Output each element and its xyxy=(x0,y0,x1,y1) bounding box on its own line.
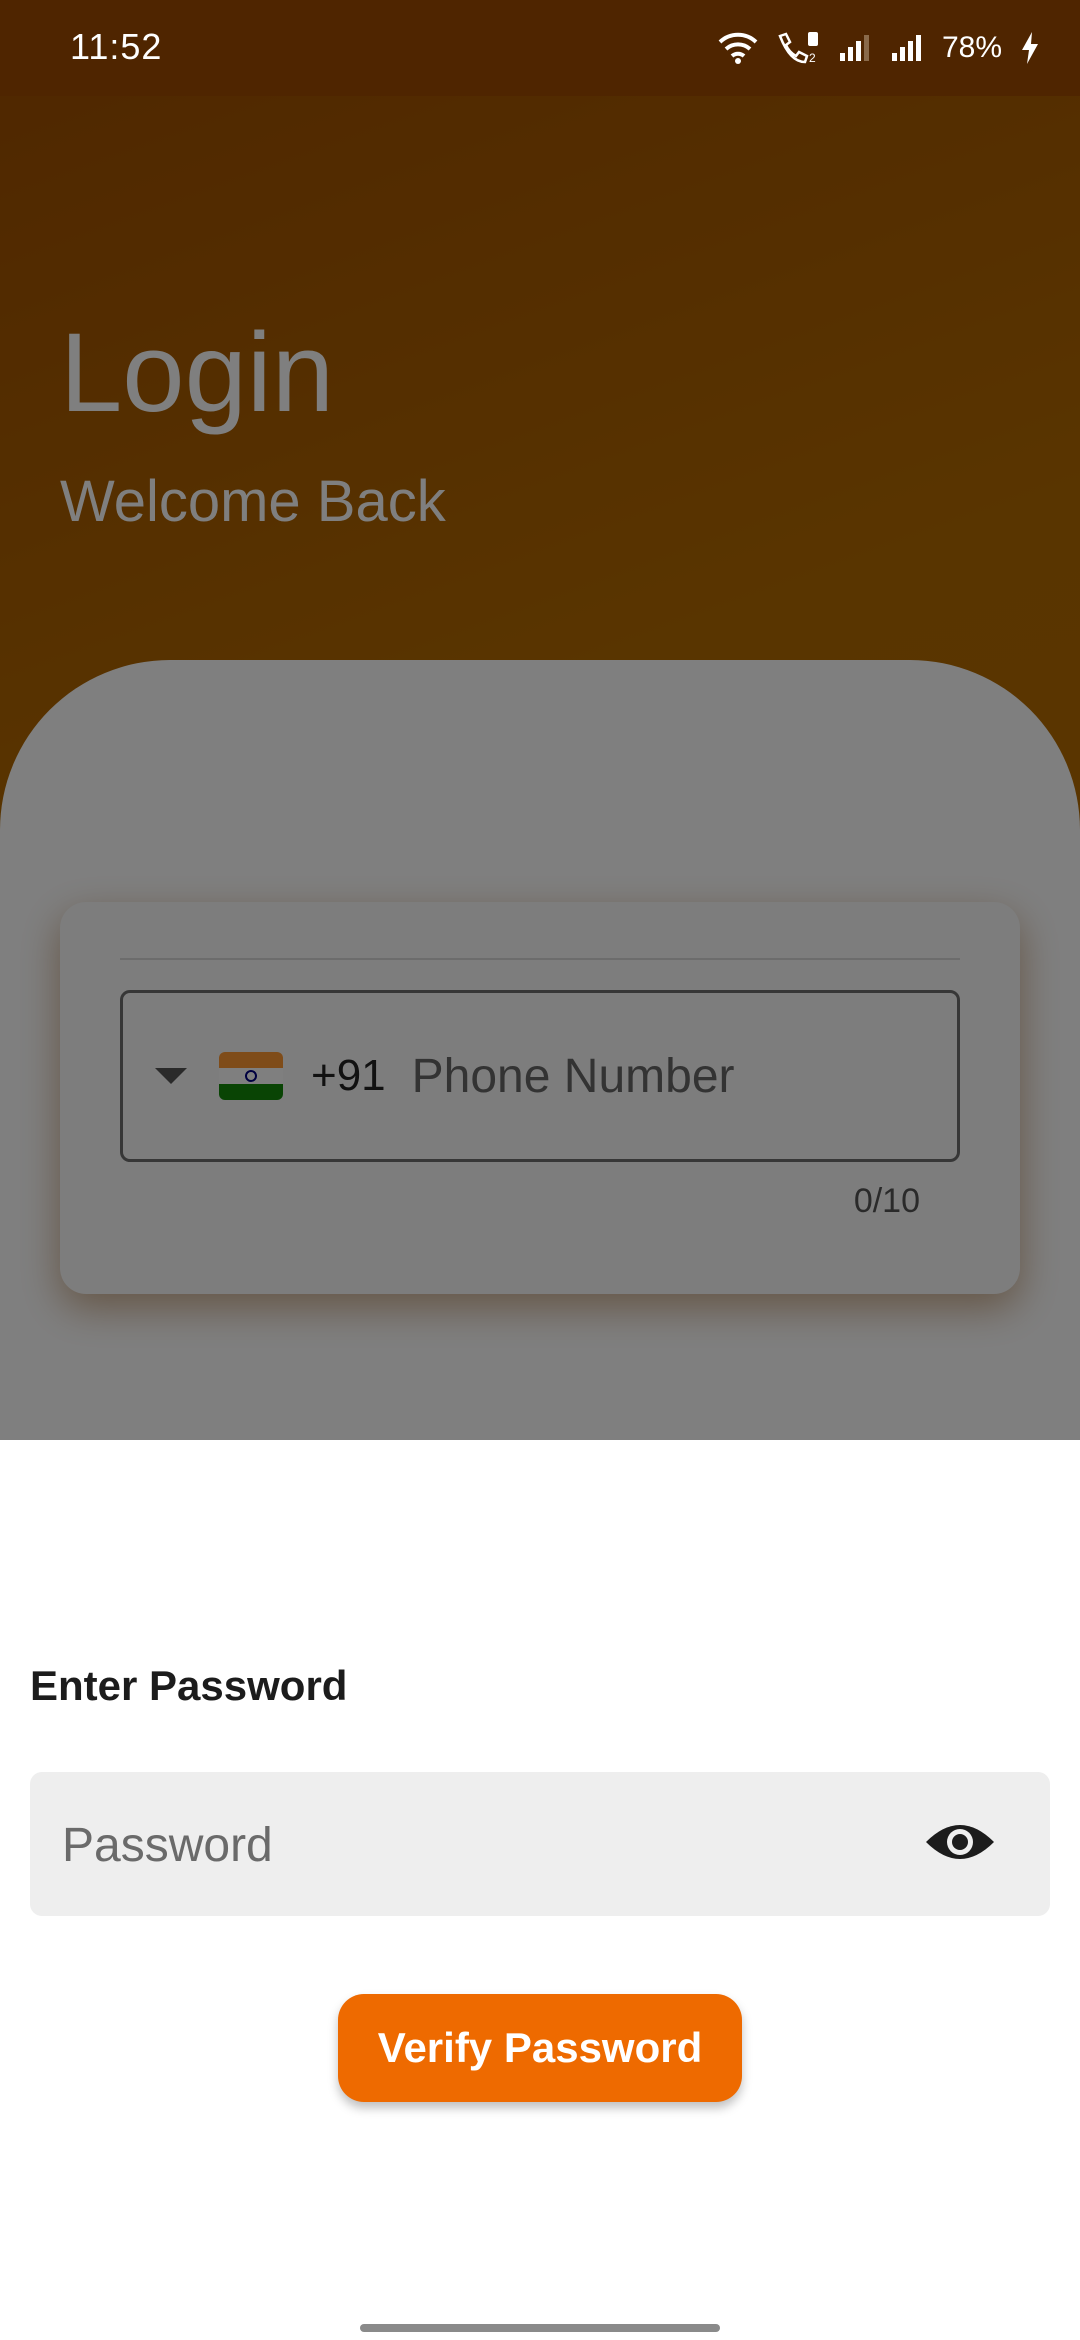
eye-icon xyxy=(924,1820,996,1869)
home-indicator[interactable] xyxy=(360,2324,720,2332)
status-time: 11:52 xyxy=(70,26,163,67)
svg-text:2: 2 xyxy=(809,51,816,65)
signal-sim2-icon xyxy=(890,33,924,63)
status-icons: 2 78% xyxy=(718,24,1040,72)
wifi-calling-icon: 2 xyxy=(776,30,820,66)
password-input[interactable] xyxy=(60,1772,924,1918)
modal-scrim[interactable] xyxy=(0,0,1080,1440)
password-bottom-sheet: Enter Password Verify Password xyxy=(0,1440,1080,2340)
show-password-button[interactable] xyxy=(906,1816,1014,1872)
wifi-icon xyxy=(718,32,758,64)
charging-icon xyxy=(1020,32,1040,64)
verify-password-button[interactable]: Verify Password xyxy=(338,1994,742,2102)
battery-percent: 78% xyxy=(941,31,1002,64)
signal-sim1-icon xyxy=(838,33,872,63)
sheet-title: Enter Password xyxy=(30,1662,348,1709)
status-bar: 11:52 2 78% xyxy=(0,0,1080,96)
password-field[interactable] xyxy=(30,1772,1050,1918)
